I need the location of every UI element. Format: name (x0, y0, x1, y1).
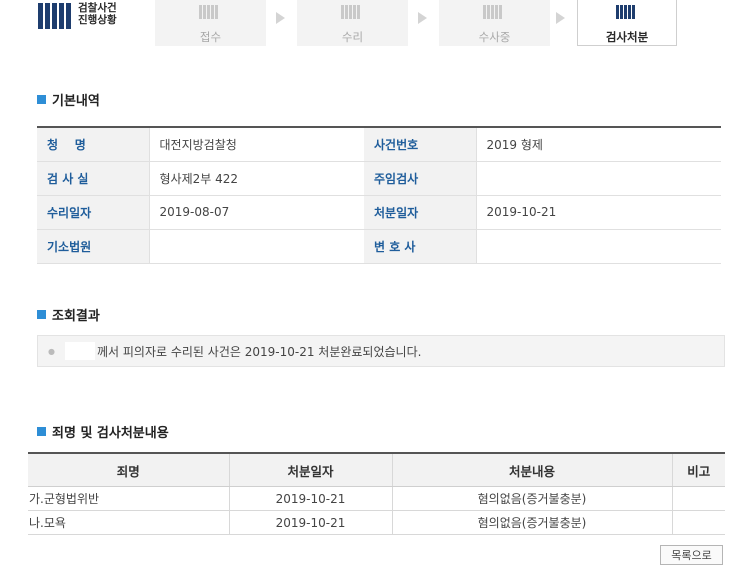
step-label: 검사처분 (605, 30, 649, 44)
value-disposition-date: 2019-10-21 (475, 195, 721, 230)
table-row: 나.모욕 2019-10-21 혐의없음(증거불충분) (28, 510, 725, 535)
table-row: 기소법원 변 호 사 (37, 229, 721, 264)
value-lawyer (475, 229, 721, 264)
table-header-row: 죄명 처분일자 처분내용 비고 (28, 453, 725, 487)
cell-remarks (671, 486, 725, 511)
step-icon (483, 5, 502, 19)
bars-icon (38, 3, 71, 29)
table-row: 검 사 실 형사제2부 422 주임검사 (37, 161, 721, 196)
redacted-name (64, 342, 95, 360)
cell-disposition-date: 2019-10-21 (228, 510, 392, 535)
bullet-dot-icon: ● (48, 346, 55, 356)
arrow-right-icon (418, 12, 427, 24)
cell-remarks (671, 510, 725, 535)
label-prosecutor-room: 검 사 실 (37, 161, 149, 196)
label-case-number: 사건번호 (364, 127, 476, 162)
cell-disposition-date: 2019-10-21 (228, 486, 392, 511)
label-disposition-date: 처분일자 (364, 195, 476, 230)
square-bullet-icon (37, 95, 46, 104)
arrow-right-icon (556, 12, 565, 24)
basic-info-table: 청 명 대전지방검찰청 사건번호 2019 형제 검 사 실 형사제2부 422… (37, 126, 721, 264)
label-court: 기소법원 (37, 229, 149, 264)
result-message: 께서 피의자로 수리된 사건은 2019-10-21 처분완료되었습니다. (96, 344, 422, 359)
label-accepted-date: 수리일자 (37, 195, 149, 230)
step-investigating: 수사중 (439, 0, 550, 46)
step-icon (199, 5, 218, 19)
progress-steps: 검찰사건 진행상황 접수 수리 수사중 검사처분 (0, 0, 743, 47)
value-prosecutor-room: 형사제2부 422 (148, 161, 364, 196)
column-header-disposition-date: 처분일자 (228, 453, 392, 487)
column-header-remarks: 비고 (671, 453, 725, 487)
label-lawyer: 변 호 사 (364, 229, 476, 264)
value-court (148, 229, 364, 264)
logo-line2: 진행상황 (78, 14, 117, 26)
value-case-number: 2019 형제 (475, 127, 721, 162)
section-basic-info-title: 기본내역 (37, 90, 100, 109)
step-received: 접수 (155, 0, 266, 46)
square-bullet-icon (37, 310, 46, 319)
charges-table: 죄명 처분일자 처분내용 비고 가.군형법위반 2019-10-21 혐의없음(… (28, 452, 725, 535)
square-bullet-icon (37, 427, 46, 436)
section-result-title: 조회결과 (37, 305, 100, 324)
column-header-charge: 죄명 (28, 453, 229, 487)
step-label: 수리 (341, 30, 364, 44)
table-row: 청 명 대전지방검찰청 사건번호 2019 형제 (37, 127, 721, 162)
cell-disposition: 혐의없음(증거불충분) (391, 510, 672, 535)
value-office: 대전지방검찰청 (148, 127, 364, 162)
cell-disposition: 혐의없음(증거불충분) (391, 486, 672, 511)
result-box: ● 께서 피의자로 수리된 사건은 2019-10-21 처분완료되었습니다. (37, 335, 725, 367)
step-label: 수사중 (478, 30, 511, 44)
step-label: 접수 (199, 30, 222, 44)
table-row: 수리일자 2019-08-07 처분일자 2019-10-21 (37, 195, 721, 230)
cell-charge: 나.모욕 (28, 510, 229, 535)
arrow-right-icon (276, 12, 285, 24)
step-accepted: 수리 (297, 0, 408, 46)
value-accepted-date: 2019-08-07 (148, 195, 364, 230)
step-icon (616, 5, 635, 19)
back-to-list-button[interactable]: 목록으로 (660, 545, 723, 565)
table-row: 가.군형법위반 2019-10-21 혐의없음(증거불충분) (28, 486, 725, 511)
label-office: 청 명 (37, 127, 149, 162)
logo-line1: 검찰사건 (78, 2, 117, 14)
section-charges-title: 죄명 및 검사처분내용 (37, 422, 169, 441)
column-header-disposition: 처분내용 (391, 453, 672, 487)
step-disposition: 검사처분 (577, 0, 677, 46)
step-icon (341, 5, 360, 19)
cell-charge: 가.군형법위반 (28, 486, 229, 511)
label-lead-prosecutor: 주임검사 (364, 161, 476, 196)
value-lead-prosecutor (475, 161, 721, 196)
case-status-logo: 검찰사건 진행상황 (38, 2, 117, 30)
